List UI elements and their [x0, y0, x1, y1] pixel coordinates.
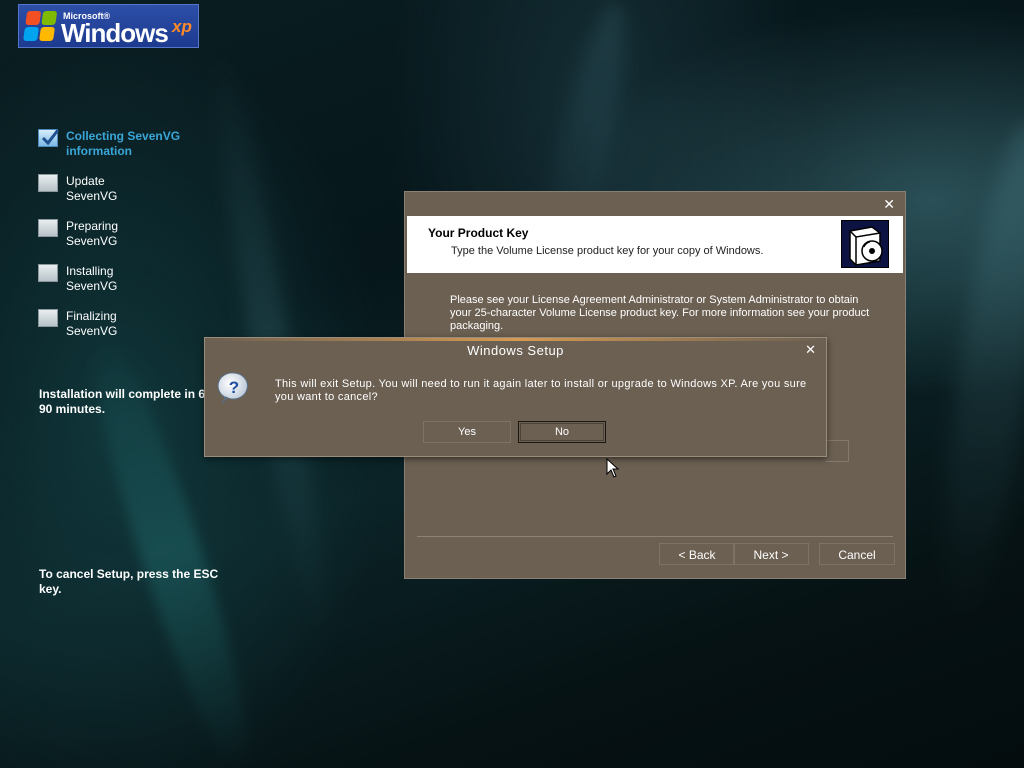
question-icon: ? — [217, 371, 251, 405]
wizard-header: Your Product Key Type the Volume License… — [407, 216, 903, 273]
checkbox-icon — [38, 264, 58, 282]
checkbox-icon — [38, 219, 58, 237]
product-key-field-edge — [825, 440, 849, 462]
step-label: Installing SevenVG — [66, 264, 118, 293]
step-finalizing: Finalizing SevenVG — [38, 309, 208, 341]
wizard-instructions: Please see your License Agreement Admini… — [450, 294, 870, 332]
wizard-title: Your Product Key — [428, 226, 529, 240]
windows-flag-icon — [23, 11, 59, 43]
next-button[interactable]: Next > — [733, 543, 809, 565]
wizard-subtitle: Type the Volume License product key for … — [451, 245, 764, 257]
wizard-separator — [417, 536, 893, 537]
dialog-message: This will exit Setup. You will need to r… — [275, 378, 807, 403]
windows-xp-logo: Microsoft® Windows xp — [18, 4, 199, 48]
cancel-button[interactable]: Cancel — [819, 543, 895, 565]
step-collecting: Collecting SevenVG information — [38, 129, 208, 161]
logo-windows-text: Windows — [61, 18, 169, 48]
dialog-close-icon[interactable]: ✕ — [805, 342, 816, 358]
svg-text:?: ? — [229, 378, 239, 397]
product-key-box-icon — [841, 220, 889, 268]
dialog-title: Windows Setup — [467, 343, 564, 358]
step-label: Collecting SevenVG information — [66, 129, 181, 158]
wizard-close-icon[interactable]: ✕ — [883, 196, 895, 213]
yes-button[interactable]: Yes — [423, 421, 511, 443]
step-label: Finalizing SevenVG — [66, 309, 118, 338]
exit-setup-dialog: Windows Setup ✕ ? This will exit Setup. … — [204, 337, 827, 457]
back-button[interactable]: < Back — [659, 543, 735, 565]
step-preparing: Preparing SevenVG — [38, 219, 208, 251]
step-update: Update SevenVG — [38, 174, 208, 206]
no-button[interactable]: No — [518, 421, 606, 443]
checkbox-icon — [38, 309, 58, 327]
step-label: Preparing SevenVG — [66, 219, 119, 248]
dialog-accent-line — [205, 338, 826, 341]
step-installing: Installing SevenVG — [38, 264, 208, 296]
background-streak — [925, 117, 1024, 623]
checkbox-icon — [38, 174, 58, 192]
checkmark-icon — [38, 129, 60, 147]
step-label: Update SevenVG — [66, 174, 118, 203]
install-time-note: Installation will complete in 60-90 minu… — [39, 387, 216, 416]
logo-xp-text: xp — [172, 17, 192, 36]
cancel-hint-note: To cancel Setup, press the ESC key. — [39, 567, 219, 596]
mouse-cursor-icon — [606, 457, 620, 483]
